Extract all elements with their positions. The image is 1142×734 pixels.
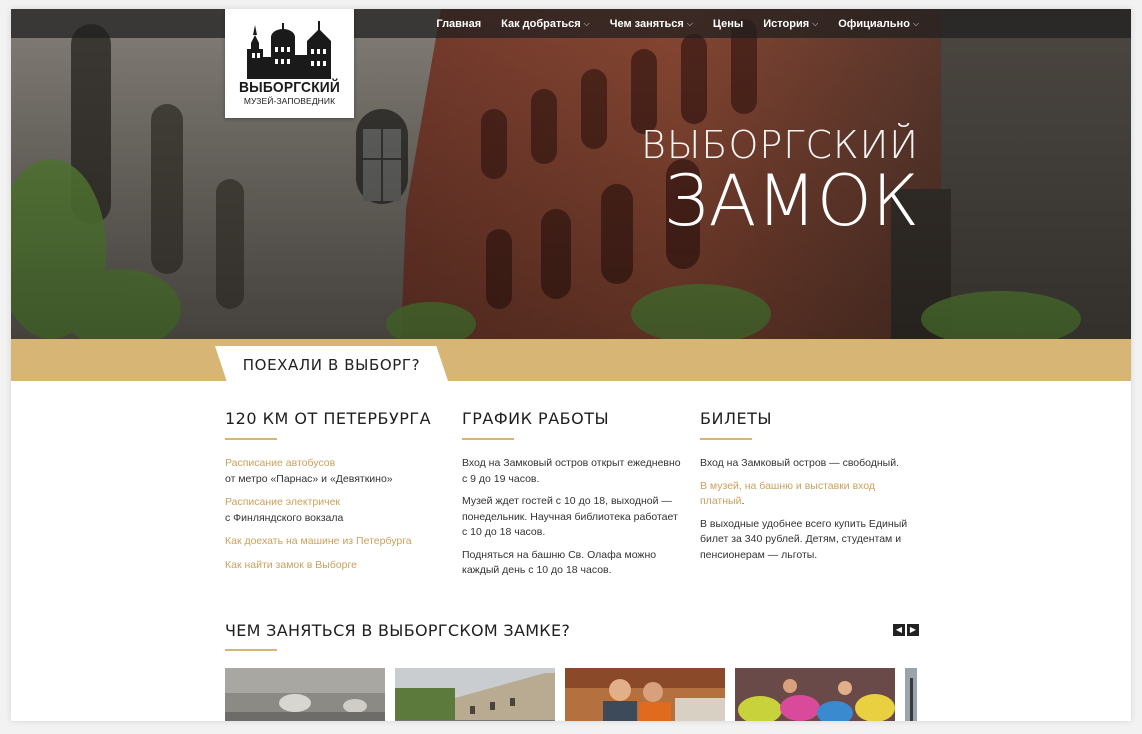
activity-card-2[interactable]	[395, 668, 555, 721]
activity-card-3[interactable]	[565, 668, 725, 721]
gold-band	[11, 339, 1131, 381]
schedule-tower-text: Подняться на башню Св. Олафа можно кажды…	[462, 548, 657, 577]
route-links: Расписание автобусов от метро «Парнас» и …	[225, 456, 445, 573]
activity-photo	[565, 668, 725, 721]
route-link-group: Расписание автобусов от метро «Парнас» и …	[225, 456, 445, 487]
route-link-group: Расписание электричек с Финляндского вокз…	[225, 495, 445, 526]
arrow-left-icon[interactable]: ◀	[893, 624, 905, 636]
route-link-note: от метро «Парнас» и «Девяткино»	[225, 472, 393, 485]
nav-item-2[interactable]: Как добраться ⌵	[501, 18, 590, 30]
tickets-paid-link[interactable]: В музей, на башню и выставки вход платны…	[700, 480, 875, 508]
museum-logo[interactable]: ВЫБОРГСКИЙ МУЗЕЙ-ЗАПОВЕДНИК	[225, 9, 354, 118]
tickets-free-text: Вход на Замковый остров — свободный.	[700, 457, 900, 469]
nav-item-6[interactable]: Официально ⌵	[838, 18, 919, 30]
band-tab: ПОЕХАЛИ В ВЫБОРГ?	[215, 346, 448, 381]
nav-item-label: История	[763, 17, 810, 30]
schedule-museum-text: Музей ждет гостей с 10 до 18, выходной —…	[462, 495, 678, 538]
activities-carousel	[225, 668, 917, 721]
logo-title: ВЫБОРГСКИЙ	[238, 79, 341, 96]
hero-banner: ВЫБОРГСКИЙ ЗАМОК	[11, 9, 1131, 339]
nav-item-label: Чем заняться	[609, 17, 684, 30]
nav-item-3[interactable]: Чем заняться ⌵	[610, 18, 693, 30]
title-underline	[225, 438, 277, 440]
nav-item-5[interactable]: История ⌵	[763, 18, 818, 30]
chevron-down-icon: ⌵	[812, 18, 819, 28]
title-underline	[225, 649, 277, 651]
tickets-column: БИЛЕТЫ Вход на Замковый остров — свободн…	[700, 409, 920, 570]
route-link[interactable]: Как найти замок в Выборге	[225, 558, 445, 574]
activity-photo	[735, 668, 895, 721]
activity-card-4[interactable]	[735, 668, 895, 721]
band-tab-label: ПОЕХАЛИ В ВЫБОРГ?	[242, 356, 421, 374]
route-link-group: Как найти замок в Выборге	[225, 558, 445, 574]
tickets-paid-tail: .	[741, 495, 745, 507]
tickets-title: БИЛЕТЫ	[700, 409, 772, 428]
nav-item-4[interactable]: Цены	[713, 18, 743, 30]
tickets-weekend-text: В выходные удобнее всего купить Единый б…	[700, 517, 908, 561]
chevron-down-icon: ⌵	[912, 18, 919, 28]
hero-title-line1: ВЫБОРГСКИЙ	[641, 123, 919, 167]
route-title: 120 КМ ОТ ПЕТЕРБУРГА	[225, 409, 432, 428]
title-underline	[700, 438, 752, 440]
nav-item-label: Главная	[436, 17, 482, 30]
route-link[interactable]: Как доехать на машине из Петербурга	[225, 534, 445, 550]
title-underline	[462, 438, 514, 440]
activity-photo	[395, 668, 555, 721]
activity-card-5[interactable]	[905, 668, 917, 721]
activity-photo	[905, 668, 917, 721]
activity-photo	[225, 668, 385, 721]
route-link[interactable]: Расписание автобусов	[225, 456, 445, 472]
carousel-controls: ◀ ▶	[893, 624, 919, 636]
castle-towers-icon	[247, 21, 331, 79]
route-link-note: с Финляндского вокзала	[225, 511, 344, 524]
chevron-down-icon: ⌵	[583, 18, 590, 28]
nav-menu: Главная Как добраться ⌵ Чем заняться ⌵ Цены Ис…	[416, 9, 919, 38]
nav-item-1[interactable]: Главная	[436, 18, 481, 30]
nav-item-label: Как добраться	[501, 17, 581, 30]
page: ВЫБОРГСКИЙ ЗАМОК Главная Как добраться ⌵ Че…	[11, 9, 1131, 721]
activity-card-1[interactable]	[225, 668, 385, 721]
route-link[interactable]: Расписание электричек	[225, 495, 445, 511]
chevron-down-icon: ⌵	[686, 18, 693, 28]
hero-title: ВЫБОРГСКИЙ ЗАМОК	[641, 125, 919, 237]
hero-title-line2: ЗАМОК	[663, 160, 919, 242]
logo-subtitle: МУЗЕЙ-ЗАПОВЕДНИК	[243, 96, 336, 106]
schedule-title: ГРАФИК РАБОТЫ	[462, 409, 610, 428]
nav-item-label: Официально	[838, 17, 910, 30]
tickets-paid-paragraph: В музей, на башню и выставки вход платны…	[700, 479, 920, 510]
nav-item-label: Цены	[712, 17, 744, 30]
top-navigation: Главная Как добраться ⌵ Чем заняться ⌵ Цены Ис…	[11, 9, 1131, 38]
schedule-island-text: Вход на Замковый остров открыт ежедневно…	[462, 457, 681, 485]
route-column: 120 КМ ОТ ПЕТЕРБУРГА Расписание автобусо…	[225, 409, 445, 581]
route-link-group: Как доехать на машине из Петербурга	[225, 534, 445, 550]
schedule-column: ГРАФИК РАБОТЫ Вход на Замковый остров от…	[462, 409, 682, 586]
arrow-right-icon[interactable]: ▶	[907, 624, 919, 636]
activities-title: ЧЕМ ЗАНЯТЬСЯ В ВЫБОРГСКОМ ЗАМКЕ?	[225, 621, 571, 640]
castle-wall-photo	[11, 9, 1131, 339]
